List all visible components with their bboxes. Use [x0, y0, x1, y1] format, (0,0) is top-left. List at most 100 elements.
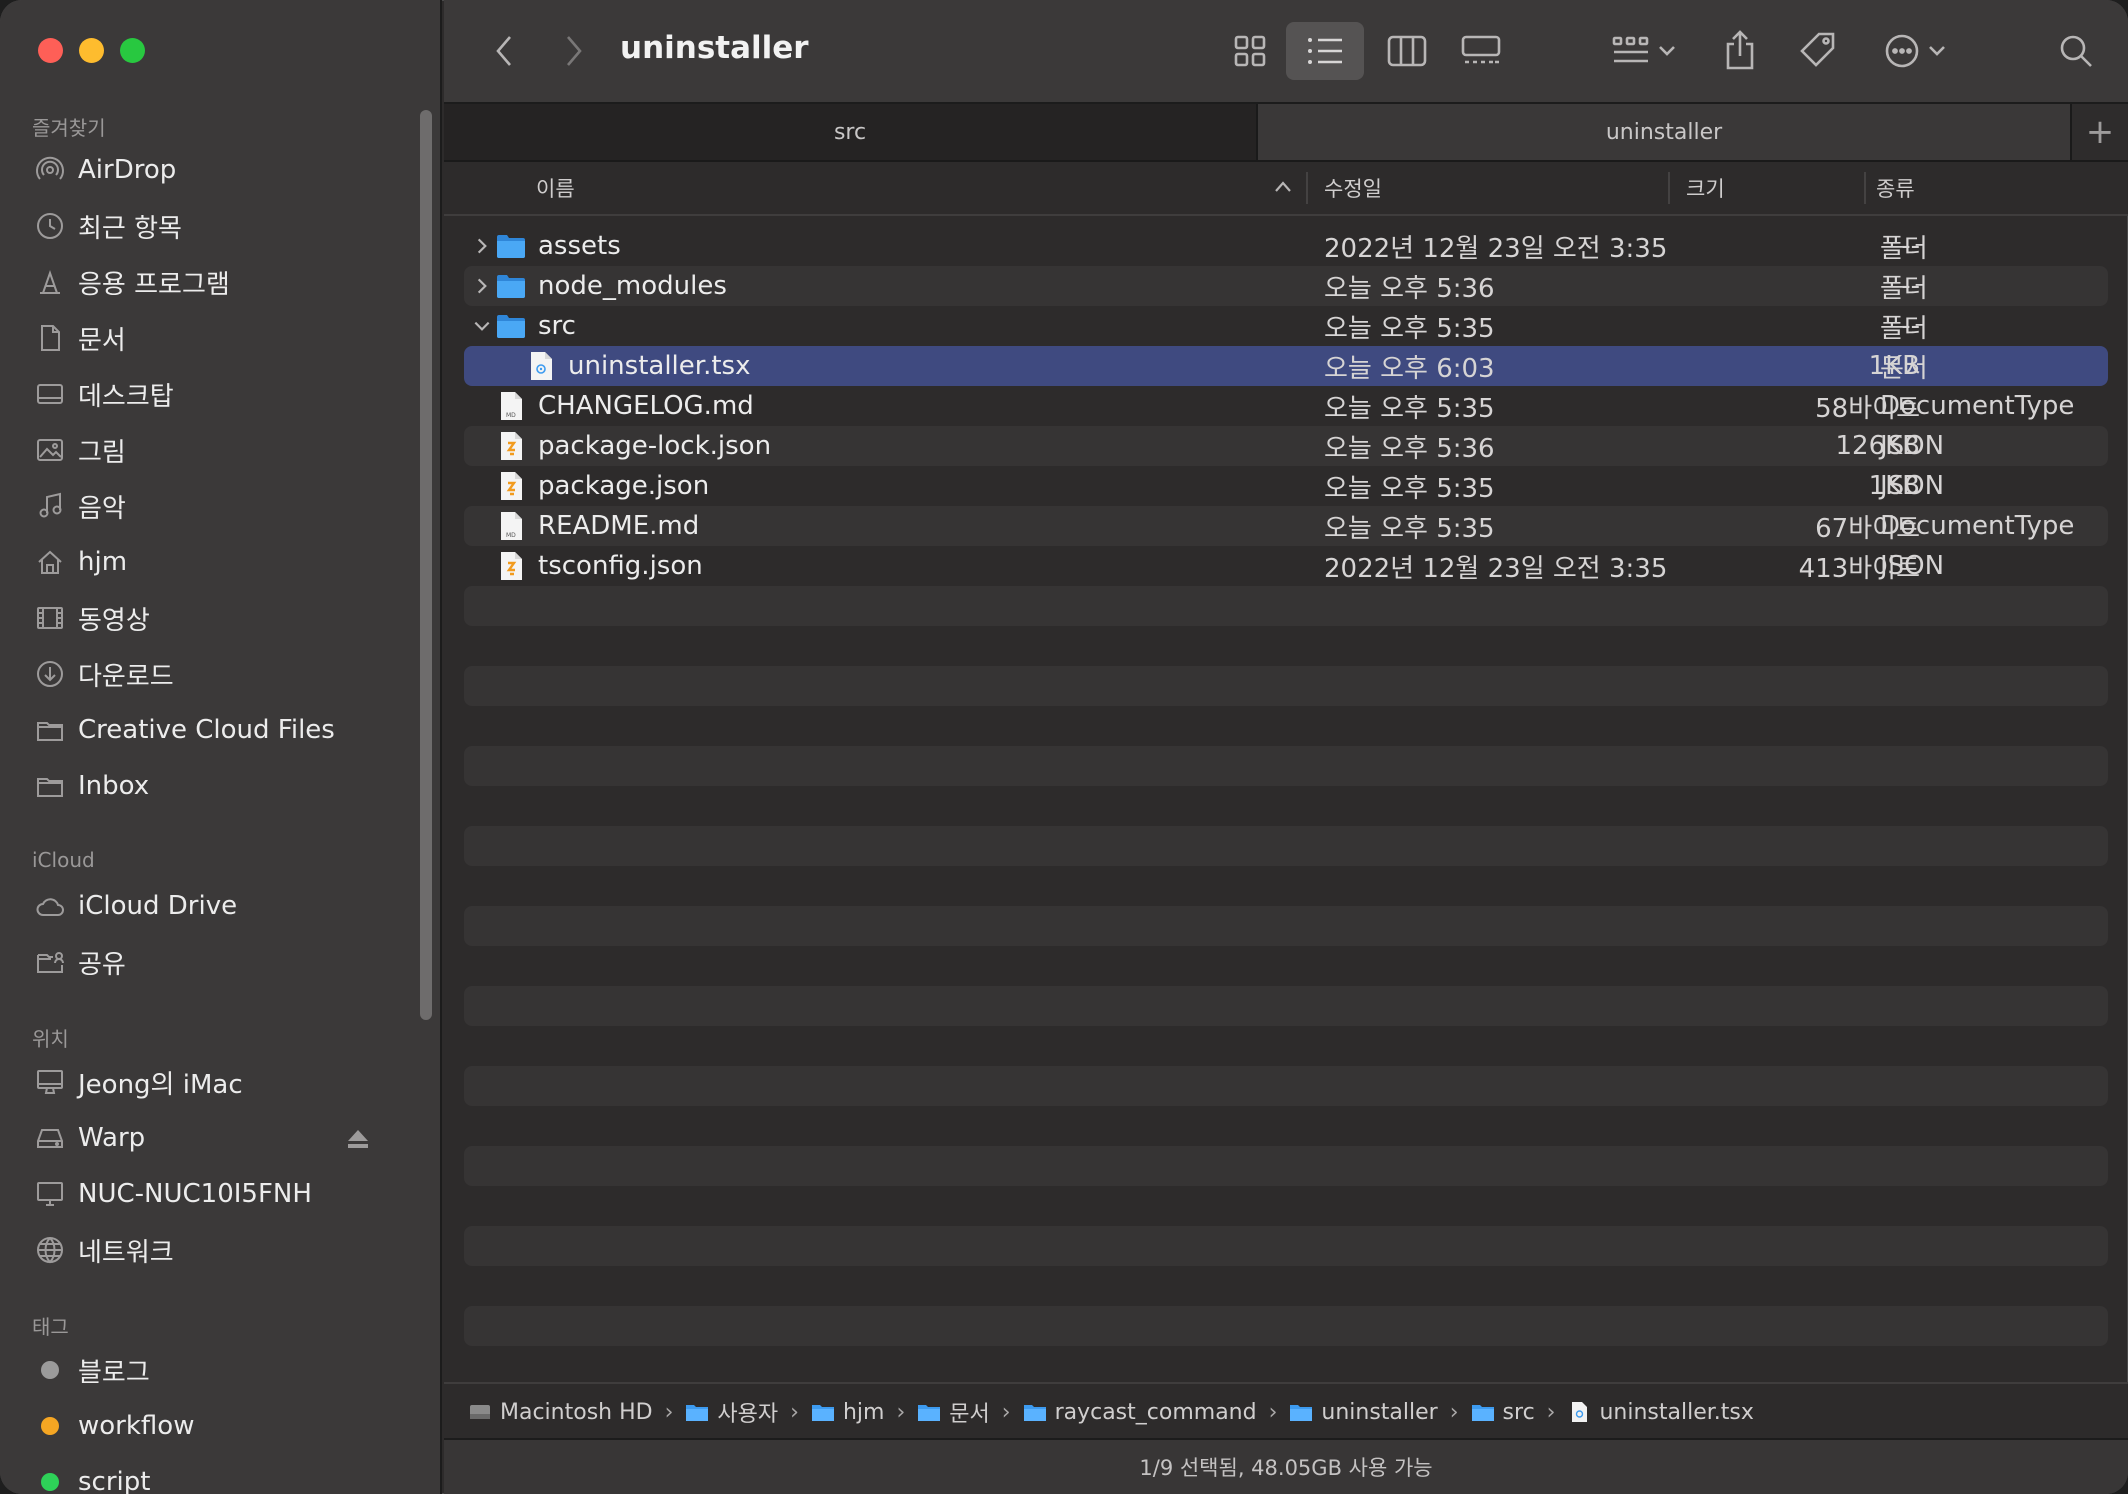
path-crumb[interactable]: hjm › — [811, 1400, 917, 1425]
path-crumb[interactable]: Macintosh HD › — [468, 1400, 685, 1425]
column-view-button[interactable] — [1382, 28, 1432, 74]
column-modified[interactable]: 수정일 — [1324, 162, 1382, 214]
path-crumb[interactable]: 문서 › — [917, 1396, 1022, 1428]
sidebar-item-creative-cloud-files[interactable]: Creative Cloud Files — [32, 706, 392, 754]
sidebar-item-jeong의-imac[interactable]: Jeong의 iMac — [32, 1058, 392, 1106]
empty-row — [464, 906, 2108, 946]
zoom-button[interactable] — [120, 38, 145, 63]
path-crumb[interactable]: uninstaller › — [1289, 1400, 1470, 1425]
sidebar-item-블로그[interactable]: 블로그 — [32, 1346, 392, 1394]
folder-row[interactable]: assets 2022년 12월 23일 오전 3:35 -- 폴더 — [464, 226, 2108, 266]
file-kind: 폴더 — [1880, 273, 1928, 304]
column-name[interactable]: 이름 — [536, 162, 575, 214]
file-modified: 2022년 12월 23일 오전 3:35 — [1324, 233, 1668, 264]
icloud-header: iCloud — [32, 848, 95, 872]
sidebar-item-다운로드[interactable]: 다운로드 — [32, 650, 392, 698]
sidebar-item-hjm[interactable]: hjm — [32, 538, 392, 586]
share-button[interactable] — [1718, 24, 1762, 76]
file-kind: 폴더 — [1880, 313, 1928, 344]
sidebar-item-nuc-nuc10i5fnh[interactable]: NUC-NUC10I5FNH — [32, 1170, 392, 1218]
sidebar-item-네트워크[interactable]: 네트워크 — [32, 1226, 392, 1274]
sidebar-item-inbox[interactable]: Inbox — [32, 762, 392, 810]
column-divider[interactable] — [1864, 172, 1866, 204]
sidebar-item-label: 동영상 — [78, 605, 150, 636]
markdown-file-icon: MD — [501, 392, 522, 420]
applications-icon — [40, 269, 60, 294]
tab-uninstaller[interactable]: uninstaller — [1256, 104, 2070, 160]
list-view-button[interactable] — [1286, 22, 1364, 80]
tag-icon — [1800, 32, 1835, 67]
back-button[interactable] — [484, 28, 524, 74]
column-kind[interactable]: 종류 — [1876, 162, 1915, 214]
sidebar-item-label: 데스크탑 — [78, 381, 174, 412]
close-button[interactable] — [38, 38, 63, 63]
sidebar-item-공유[interactable]: 공유 — [32, 938, 392, 986]
chevron-right-icon — [477, 238, 487, 254]
forward-button[interactable] — [554, 28, 594, 74]
disclosure-triangle[interactable] — [470, 314, 494, 338]
sort-ascending-icon[interactable] — [1274, 180, 1292, 194]
disclosure-triangle[interactable] — [470, 234, 494, 258]
file-modified: 오늘 오후 5:35 — [1324, 313, 1495, 344]
column-divider[interactable] — [1668, 172, 1670, 204]
sidebar-item-airdrop[interactable]: AirDrop — [32, 146, 392, 194]
disclosure-triangle[interactable] — [470, 274, 494, 298]
file-row[interactable]: uninstaller.tsx 오늘 오후 6:03 1KB 문서 — [464, 346, 2108, 386]
path-crumb-label: Macintosh HD — [500, 1399, 653, 1425]
sidebar-item-icloud-drive[interactable]: iCloud Drive — [32, 882, 392, 930]
icon-view-button[interactable] — [1226, 28, 1274, 74]
folder-row[interactable]: src 오늘 오후 5:35 -- 폴더 — [464, 306, 2108, 346]
file-row[interactable]: tsconfig.json 2022년 12월 23일 오전 3:35 413바이트… — [464, 546, 2108, 586]
chevron-right-icon — [477, 278, 487, 294]
path-crumb[interactable]: 사용자 › — [685, 1396, 811, 1428]
sidebar-item-음악[interactable]: 음악 — [32, 482, 392, 530]
sidebar-item-문서[interactable]: 문서 — [32, 314, 392, 362]
group-button[interactable] — [1604, 28, 1684, 74]
action-button[interactable] — [1874, 26, 1956, 76]
file-kind: DocumentType — [1880, 511, 2075, 541]
gallery-icon — [1461, 35, 1501, 64]
file-row[interactable]: package-lock.json 오늘 오후 5:36 126KB JSON — [464, 426, 2108, 466]
sidebar-item-script[interactable]: script — [32, 1458, 392, 1494]
sidebar-item-최근-항목[interactable]: 최근 항목 — [32, 202, 392, 250]
file-row[interactable]: package.json 오늘 오후 5:35 1KB JSON — [464, 466, 2108, 506]
gallery-view-button[interactable] — [1456, 28, 1506, 74]
sidebar-item-응용-프로그램[interactable]: 응용 프로그램 — [32, 258, 392, 306]
path-crumb[interactable]: raycast_command › — [1023, 1400, 1290, 1425]
search-button[interactable] — [2052, 26, 2100, 76]
sidebar-item-데스크탑[interactable]: 데스크탑 — [32, 370, 392, 418]
path-separator: › — [790, 1399, 799, 1425]
folder-icon — [1471, 1405, 1494, 1421]
airdrop-icon — [36, 156, 64, 180]
folder-icon — [918, 1405, 941, 1421]
empty-row — [464, 666, 2108, 706]
sidebar-scrollbar[interactable] — [420, 110, 432, 1020]
tag-button[interactable] — [1794, 24, 1842, 76]
sidebar-icon — [32, 152, 68, 188]
path-crumb[interactable]: src › — [1471, 1400, 1568, 1425]
sidebar-item-label: 블로그 — [78, 1357, 150, 1388]
file-modified: 오늘 오후 5:35 — [1324, 393, 1495, 424]
file-row[interactable]: MD README.md 오늘 오후 5:35 67바이트 DocumentType — [464, 506, 2108, 546]
sidebar-item-workflow[interactable]: workflow — [32, 1402, 392, 1450]
sidebar: 즐겨찾기 AirDrop 최근 항목 응용 프로그램 문서 데스크탑 그림 음악 hjm 동영상… — [0, 0, 442, 1494]
sidebar-item-동영상[interactable]: 동영상 — [32, 594, 392, 642]
sidebar-item-그림[interactable]: 그림 — [32, 426, 392, 474]
column-divider[interactable] — [1306, 172, 1308, 204]
tab-src[interactable]: src — [444, 104, 1256, 160]
sidebar-item-label: Warp — [78, 1123, 146, 1153]
path-crumb[interactable]: uninstaller.tsx — [1567, 1400, 1754, 1425]
file-row[interactable]: MD CHANGELOG.md 오늘 오후 5:35 58바이트 DocumentTyp… — [464, 386, 2108, 426]
path-crumb-label: uninstaller — [1321, 1399, 1438, 1425]
new-tab-button[interactable]: + — [2070, 104, 2128, 160]
minimize-button[interactable] — [79, 38, 104, 63]
search-icon — [2060, 35, 2092, 67]
eject-icon[interactable] — [346, 1128, 370, 1150]
plus-icon: + — [2085, 112, 2115, 152]
file-modified: 오늘 오후 5:36 — [1324, 433, 1495, 464]
column-size[interactable]: 크기 — [1686, 162, 1725, 214]
sidebar-item-warp[interactable]: Warp — [32, 1114, 392, 1162]
window-title: uninstaller — [620, 30, 809, 66]
tag-dot-icon — [32, 1352, 68, 1388]
folder-row[interactable]: node_modules 오늘 오후 5:36 -- 폴더 — [464, 266, 2108, 306]
